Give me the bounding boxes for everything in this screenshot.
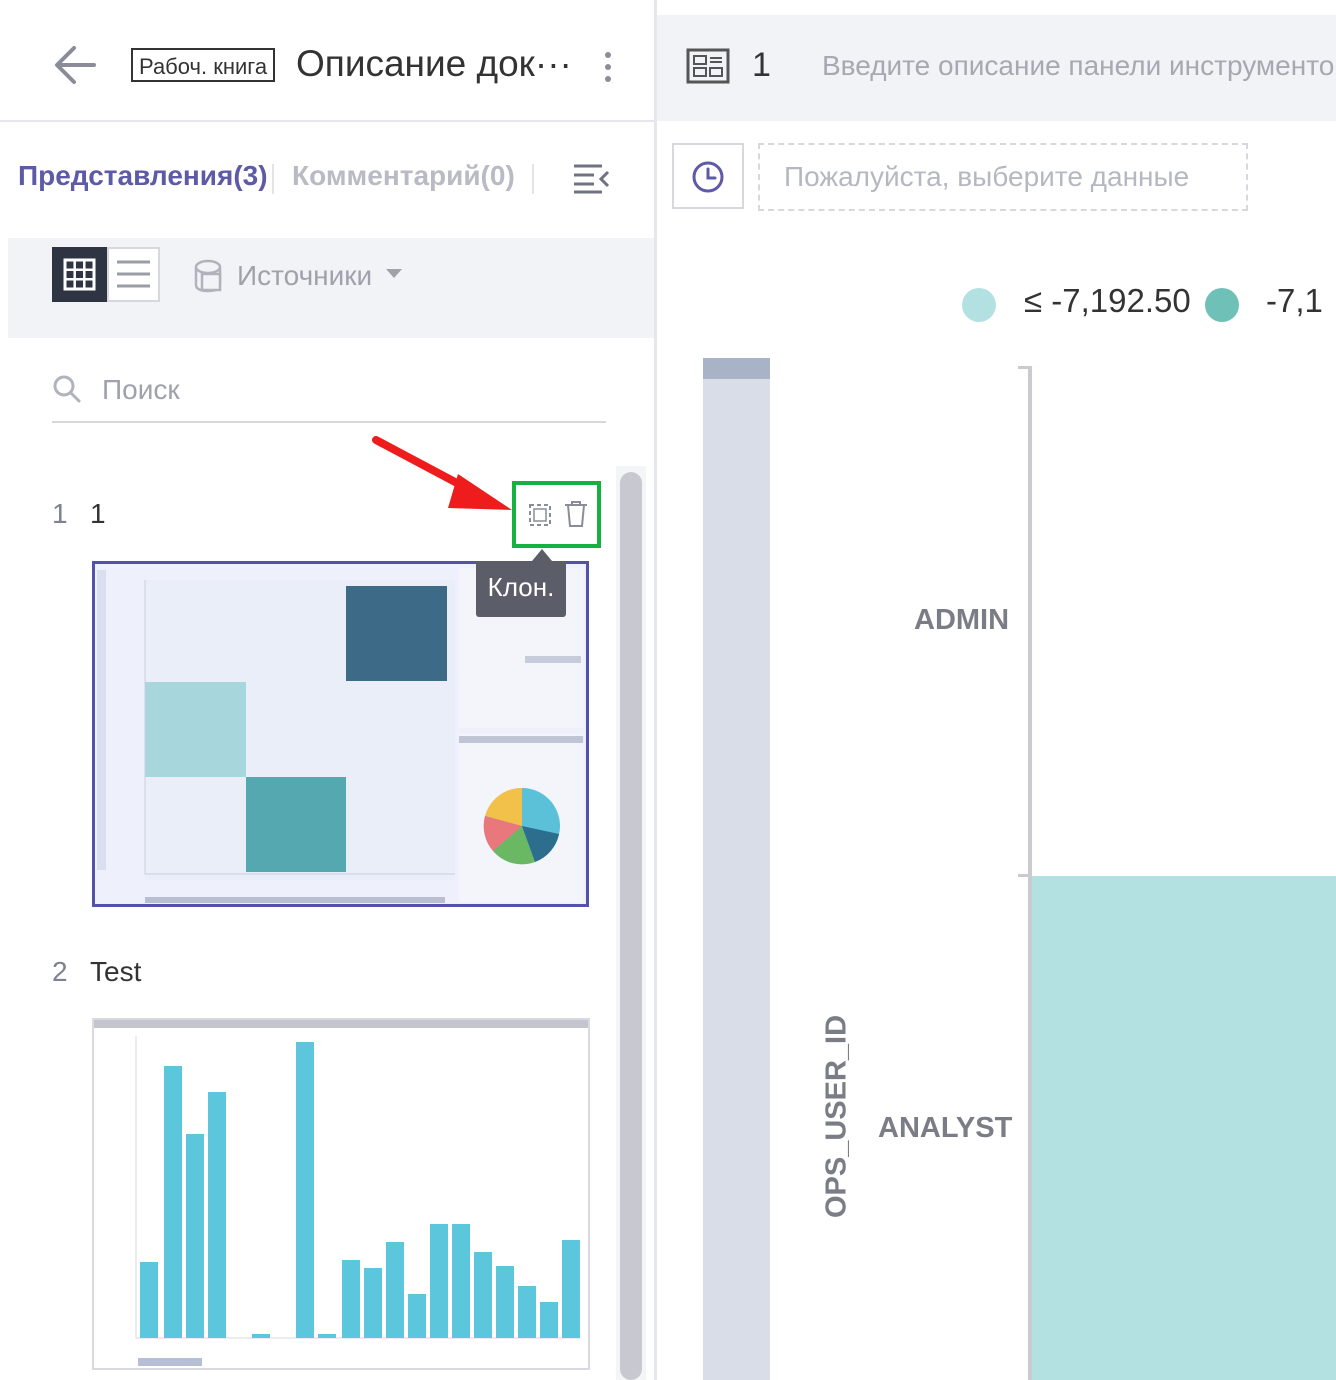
view-number: 2 [52, 956, 68, 987]
grid-view-button[interactable] [52, 247, 107, 302]
dashboard-description-input[interactable]: Введите описание панели инструментов [822, 50, 1336, 82]
y-axis-tick [1018, 366, 1030, 369]
tab-comments[interactable]: Комментарий(0) [292, 160, 515, 192]
heatmap-cell[interactable] [1032, 876, 1336, 1380]
y-tick-label: ANALYST [878, 1112, 1013, 1144]
y-axis-title: OPS_USER_ID [820, 1014, 853, 1219]
clone-tooltip: Клон. [476, 561, 566, 617]
database-icon [194, 259, 222, 293]
bar-chart-thumbnail-image [94, 1020, 588, 1366]
tab-divider [532, 164, 534, 194]
view-name[interactable]: Test [90, 956, 141, 988]
tooltip-arrow [532, 549, 552, 561]
legend-label: -7,1 [1266, 282, 1323, 319]
highlight-annotation [512, 481, 601, 548]
workbook-badge: Рабоч. книга [131, 48, 276, 82]
y-axis-tick [1018, 874, 1030, 877]
dashboard-number: 1 [752, 46, 771, 84]
data-select-dropzone[interactable]: Пожалуйста, выберите данные [758, 143, 1248, 211]
grid-icon [63, 258, 96, 291]
scroll-slider[interactable] [703, 358, 770, 1380]
chevron-down-icon[interactable] [385, 268, 403, 280]
clock-icon [692, 161, 724, 193]
search-icon [53, 375, 81, 403]
search-underline [52, 421, 606, 423]
view-number: 1 [52, 498, 68, 529]
tab-divider [272, 164, 274, 194]
scrollbar-thumb[interactable] [620, 472, 642, 1380]
view-thumbnail[interactable] [92, 1018, 590, 1370]
view-name[interactable]: 1 [90, 498, 106, 530]
search-input[interactable] [100, 366, 604, 414]
collapse-panel-icon[interactable] [572, 162, 610, 194]
dashboard-icon [686, 48, 730, 84]
document-title[interactable]: Описание док··· [296, 43, 572, 85]
back-arrow-icon[interactable] [50, 40, 100, 90]
time-filter-button[interactable] [672, 143, 744, 209]
list-view-button[interactable] [107, 247, 160, 302]
tab-views[interactable]: Представления(3) [18, 160, 268, 192]
legend-label: ≤ -7,192.50 [1024, 282, 1191, 319]
legend-swatch [962, 288, 996, 322]
legend-swatch [1205, 288, 1239, 322]
more-menu-icon[interactable] [596, 48, 620, 88]
sources-dropdown[interactable]: Источники [237, 260, 372, 292]
list-icon [117, 260, 150, 288]
scroll-slider-handle[interactable] [703, 358, 770, 379]
y-tick-label: ADMIN [914, 604, 1010, 636]
red-arrow-annotation [372, 436, 512, 510]
